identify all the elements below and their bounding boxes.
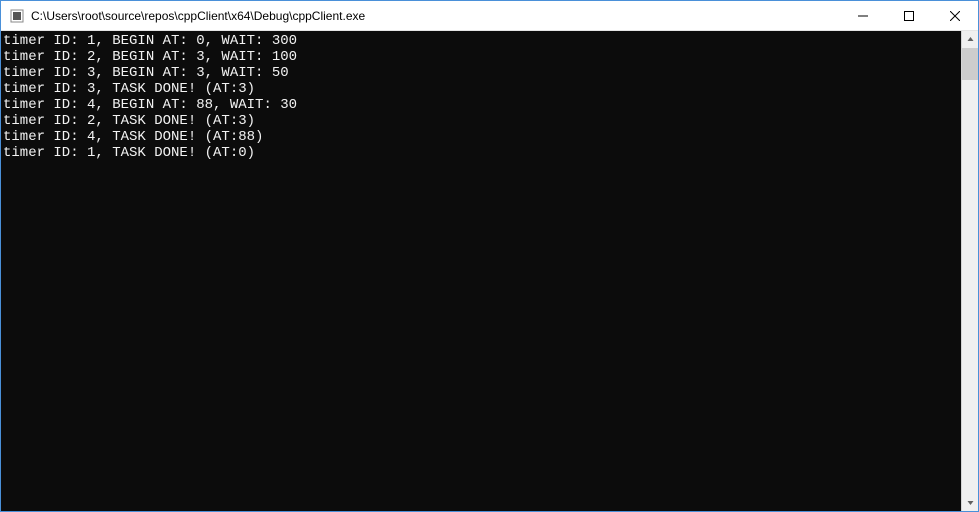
console-output[interactable]: timer ID: 1, BEGIN AT: 0, WAIT: 300 time… [1, 31, 961, 511]
scroll-thumb[interactable] [962, 48, 978, 80]
window-title: C:\Users\root\source\repos\cppClient\x64… [31, 9, 840, 23]
scroll-track[interactable] [962, 48, 978, 494]
console-line: timer ID: 4, BEGIN AT: 88, WAIT: 30 [3, 97, 297, 113]
console-line: timer ID: 3, TASK DONE! (AT:3) [3, 81, 255, 97]
maximize-button[interactable] [886, 1, 932, 30]
console-body: timer ID: 1, BEGIN AT: 0, WAIT: 300 time… [1, 31, 978, 511]
console-line: timer ID: 3, BEGIN AT: 3, WAIT: 50 [3, 65, 289, 81]
console-line: timer ID: 2, BEGIN AT: 3, WAIT: 100 [3, 49, 297, 65]
console-line: timer ID: 1, BEGIN AT: 0, WAIT: 300 [3, 33, 297, 49]
vertical-scrollbar[interactable] [961, 31, 978, 511]
console-window: C:\Users\root\source\repos\cppClient\x64… [0, 0, 979, 512]
window-controls [840, 1, 978, 30]
titlebar[interactable]: C:\Users\root\source\repos\cppClient\x64… [1, 1, 978, 31]
scroll-down-arrow[interactable] [962, 494, 978, 511]
console-line: timer ID: 1, TASK DONE! (AT:0) [3, 145, 255, 161]
close-button[interactable] [932, 1, 978, 30]
console-line: timer ID: 4, TASK DONE! (AT:88) [3, 129, 263, 145]
console-line: timer ID: 2, TASK DONE! (AT:3) [3, 113, 255, 129]
app-icon [9, 8, 25, 24]
minimize-button[interactable] [840, 1, 886, 30]
scroll-up-arrow[interactable] [962, 31, 978, 48]
